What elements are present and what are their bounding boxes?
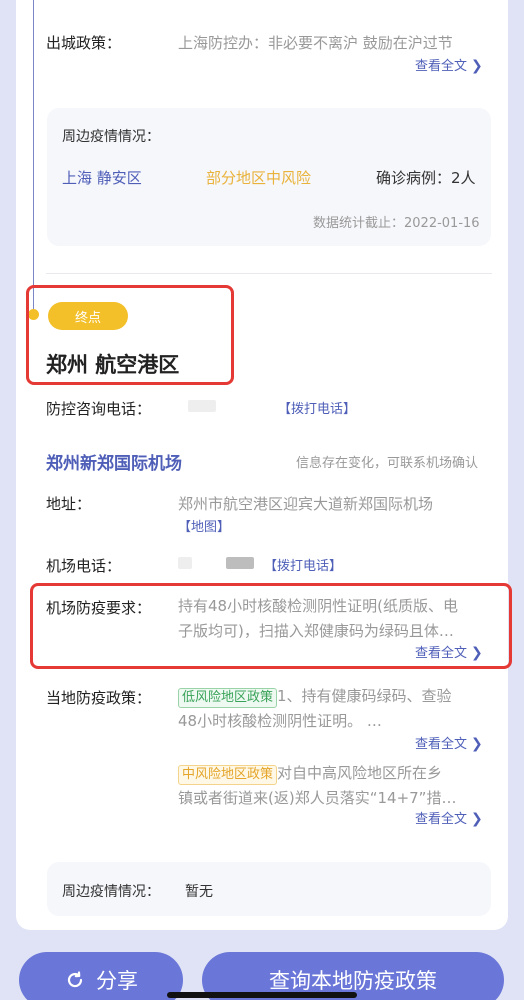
destination-nearby-label: 周边疫情情况： [62,884,160,900]
share-label: 分享 [96,969,138,993]
origin-nearby-location[interactable]: 上海 静安区 [62,167,142,188]
local-policy-label: 当地防疫政策： [46,689,152,707]
airport-req-line: 持有48小时核酸检测阴性证明(纸质版、电 [178,597,458,615]
timeline-line [33,0,34,314]
airport-phone-label: 机场电话： [46,557,122,575]
redacted-phone [178,557,192,569]
airport-address: 郑州市航空港区迎宾大道新郑国际机场 [178,495,434,513]
query-label: 查询本地防疫政策 [269,969,437,993]
origin-risk-level: 部分地区中风险 [206,169,312,187]
origin-confirmed-cases: 确诊病例：2人 [376,169,476,187]
low-risk-line: 48小时核酸检测阴性证明。 … [178,712,382,730]
low-risk-tag: 低风险地区政策 [178,688,278,708]
exit-policy-text: 上海防控办：非必要不离沪 鼓励在沪过节 [178,34,453,52]
hotline-label: 防控咨询电话： [46,400,152,418]
origin-nearby-title: 周边疫情情况： [62,129,160,145]
mid-risk-tag: 中风险地区政策 [178,765,278,785]
destination-city: 郑州 航空港区 [46,353,180,377]
chevron-right-icon: ❯ [471,645,483,661]
redacted-phone [188,400,216,412]
chevron-right-icon: ❯ [471,811,483,827]
refresh-icon [67,971,83,988]
low-risk-line: 1、持有健康码绿码、查验 [277,687,452,705]
destination-nearby-value: 暂无 [185,884,213,900]
view-full-airport-req[interactable]: 查看全文 ❯ [415,642,483,661]
view-full-label: 查看全文 [415,737,468,752]
call-hotline-link[interactable]: 【拨打电话】 [278,398,356,417]
airport-req-label: 机场防疫要求： [46,599,152,617]
exit-policy-label: 出城政策： [46,34,122,52]
map-link[interactable]: 【地图】 [178,516,230,535]
share-button[interactable]: 分享 [19,952,183,1000]
mid-risk-line: 对自中高风险地区所在乡 [277,764,443,782]
low-risk-policy: 低风险地区政策 1、持有健康码绿码、查验 48小时核酸检测阴性证明。 … [178,684,452,734]
section-divider [46,273,492,274]
view-full-exit-policy[interactable]: 查看全文 ❯ [415,55,483,74]
airport-req-line: 子版均可)，扫描入郑健康码为绿码且体… [178,622,454,640]
airport-info-note: 信息存在变化，可联系机场确认 [296,456,479,471]
chevron-right-icon: ❯ [471,736,483,752]
mid-risk-policy: 中风险地区政策 对自中高风险地区所在乡 镇或者街道来(返)郑人员落实“14+7”措… [178,761,456,811]
origin-stats-date: 数据统计截止：2022-01-16 [313,216,480,231]
airport-req-text: 持有48小时核酸检测阴性证明(纸质版、电 子版均可)，扫描入郑健康码为绿码且体… [178,594,458,644]
view-full-mid-risk[interactable]: 查看全文 ❯ [415,808,483,827]
redacted-phone [226,557,254,569]
view-full-low-risk[interactable]: 查看全文 ❯ [415,733,483,752]
address-label: 地址： [46,495,92,513]
view-full-label: 查看全文 [415,59,468,74]
home-indicator[interactable] [167,992,357,998]
end-badge: 终点 [48,302,128,330]
airport-name[interactable]: 郑州新郑国际机场 [46,449,182,474]
chevron-right-icon: ❯ [471,58,483,74]
call-airport-link[interactable]: 【拨打电话】 [264,555,342,574]
view-full-label: 查看全文 [415,812,468,827]
view-full-label: 查看全文 [415,646,468,661]
